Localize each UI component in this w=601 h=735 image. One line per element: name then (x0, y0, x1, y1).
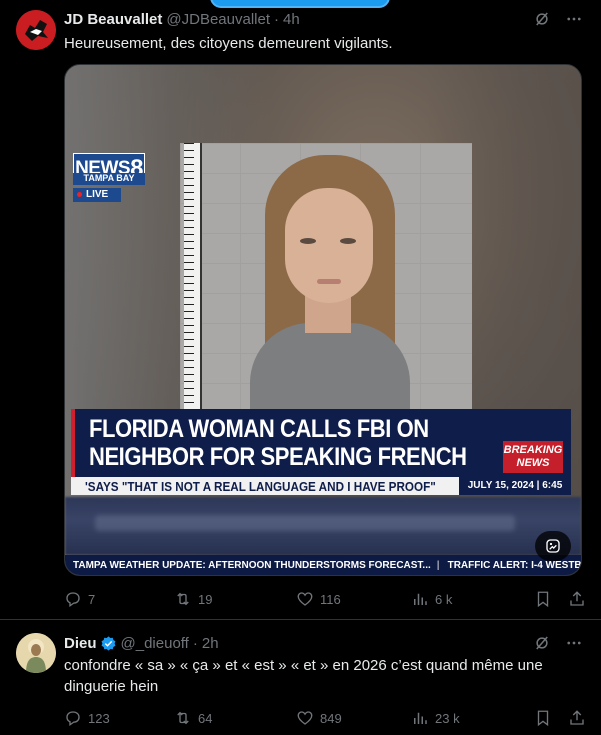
reply-icon (66, 592, 80, 608)
author-handle[interactable]: @JDBeauvallet (166, 11, 270, 28)
reply-count: 7 (88, 591, 96, 607)
views-count: 6 k (435, 591, 453, 607)
reply-button[interactable]: 7 (64, 590, 174, 608)
avatar-image (16, 10, 56, 50)
avatar-image (16, 633, 56, 673)
tweet-secondary-actions (534, 590, 586, 608)
reply-button[interactable]: 123 (64, 709, 174, 727)
gif-edit-icon (546, 539, 560, 553)
like-count: 849 (320, 710, 342, 726)
mugshot-eye-right (340, 238, 356, 244)
mugshot-face (285, 188, 373, 303)
author-name[interactable]: JD Beauvallet (64, 11, 162, 28)
ticker-item-weather: TAMPA WEATHER UPDATE: AFTERNOON THUNDERS… (73, 560, 431, 571)
author-name[interactable]: Dieu (64, 635, 97, 652)
breaking-news-badge: BREAKING NEWS (503, 441, 563, 473)
tweet-actions: 123 64 849 23 k (64, 707, 586, 729)
views-button[interactable]: 6 k (411, 590, 521, 608)
mugshot-photo (180, 143, 472, 423)
blurred-banner (65, 497, 581, 555)
tweet-secondary-actions (534, 709, 586, 727)
tweet-actions: 7 19 116 6 k (64, 588, 586, 610)
subheadline-text: 'SAYS "THAT IS NOT A REAL LANGUAGE AND I… (85, 479, 436, 494)
tweet-text-line: confondre « sa » « ça » et « est » « et … (64, 657, 543, 674)
more-icon[interactable] (565, 10, 583, 28)
reply-icon (66, 711, 80, 727)
timestamp[interactable]: 2h (202, 635, 219, 652)
tweet-text: Heureusement, des citoyens demeurent vig… (64, 35, 393, 52)
timestamp[interactable]: 4h (283, 11, 300, 28)
views-icon (414, 593, 427, 605)
avatar[interactable] (16, 633, 56, 673)
subheadline-bar: 'SAYS "THAT IS NOT A REAL LANGUAGE AND I… (71, 477, 571, 509)
like-icon (297, 711, 313, 725)
tweet-header: Dieu @_dieuoff · 2h (64, 633, 219, 653)
share-icon[interactable] (568, 590, 586, 608)
height-ruler (184, 143, 202, 423)
grok-icon[interactable] (533, 10, 551, 28)
repost-icon (177, 592, 189, 606)
separator-dot: · (274, 10, 279, 28)
news-ticker: TAMPA WEATHER UPDATE: AFTERNOON THUNDERS… (65, 555, 581, 575)
ticker-separator: | (436, 560, 440, 571)
like-button[interactable]: 849 (296, 709, 411, 727)
mugshot-mouth (317, 279, 341, 284)
like-count: 116 (320, 591, 341, 607)
bookmark-icon[interactable] (534, 590, 552, 608)
views-icon (414, 712, 427, 724)
repost-count: 64 (198, 710, 213, 726)
repost-button[interactable]: 64 (174, 709, 296, 727)
mugshot-eye-left (300, 238, 316, 244)
avatar[interactable] (16, 10, 56, 50)
broadcast-datetime: JULY 15, 2024 | 6:45 PM (459, 477, 571, 509)
grok-icon[interactable] (533, 634, 551, 652)
tweet-media-image[interactable]: NEWS 8 TAMPA BAY LIVE FLORIDA WOMAN CALLS… (64, 64, 582, 576)
tweet-text-line: dinguerie hein (64, 678, 159, 695)
header-actions (533, 634, 583, 652)
image-edit-button[interactable] (535, 531, 571, 561)
tweet[interactable]: Dieu @_dieuoff · 2h confondre « sa » « ç… (0, 621, 601, 735)
like-button[interactable]: 116 (296, 590, 411, 608)
repost-count: 19 (198, 591, 213, 607)
more-icon[interactable] (565, 634, 583, 652)
mugshot-shirt (250, 323, 410, 423)
views-count: 23 k (435, 710, 460, 726)
header-actions (533, 10, 583, 28)
verified-icon (101, 635, 115, 651)
repost-button[interactable]: 19 (174, 590, 296, 608)
share-icon[interactable] (568, 709, 586, 727)
repost-icon (177, 711, 189, 725)
tweet[interactable]: JD Beauvallet @JDBeauvallet · 4h Heureus… (0, 0, 601, 620)
bookmark-icon[interactable] (534, 709, 552, 727)
station-city: TAMPA BAY (73, 173, 145, 185)
live-badge: LIVE (73, 188, 121, 202)
station-logo: NEWS 8 TAMPA BAY LIVE (73, 153, 145, 207)
separator-dot: · (192, 634, 198, 652)
author-handle[interactable]: @_dieuoff (121, 635, 189, 652)
reply-count: 123 (88, 710, 110, 726)
views-button[interactable]: 23 k (411, 709, 521, 727)
tweet-header: JD Beauvallet @JDBeauvallet · 4h (64, 9, 300, 29)
headline-banner: FLORIDA WOMAN CALLS FBI ON NEIGHBOR FOR … (71, 409, 571, 477)
headline-text: FLORIDA WOMAN CALLS FBI ON NEIGHBOR FOR … (89, 415, 467, 471)
tweet-text: confondre « sa » « ça » et « est » « et … (64, 655, 574, 697)
like-icon (297, 592, 313, 606)
